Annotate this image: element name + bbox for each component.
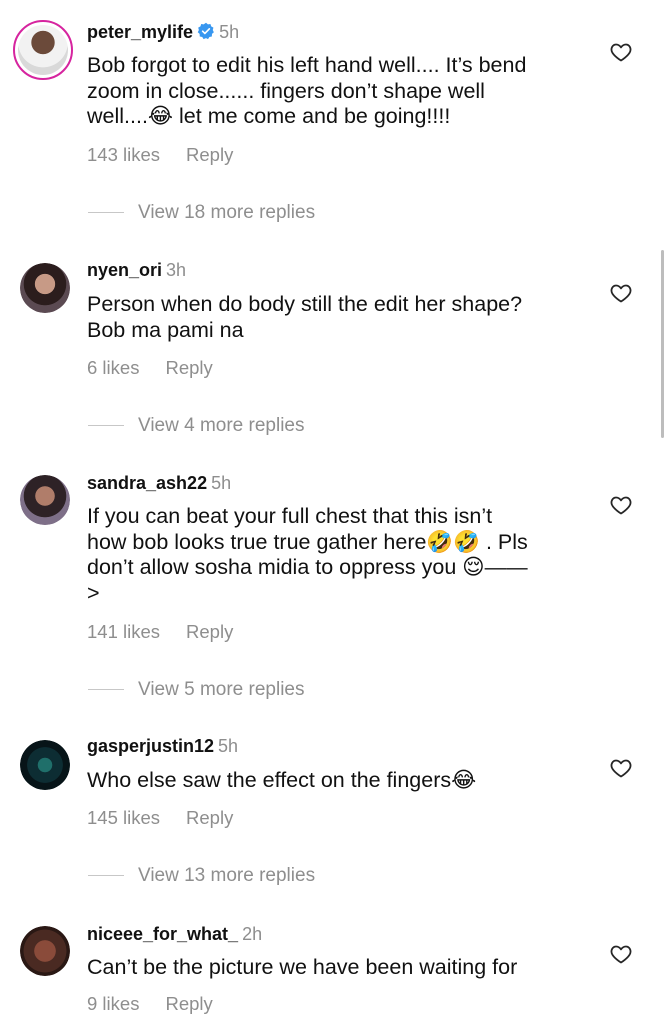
verified-badge-icon xyxy=(197,22,214,40)
reply-button[interactable]: Reply xyxy=(165,357,212,378)
comment-header: niceee_for_what_ 2h xyxy=(87,924,262,945)
comment-header: peter_mylife 5h xyxy=(87,22,239,43)
divider-line xyxy=(88,425,124,427)
comment-text: If you can beat your full chest that thi… xyxy=(87,504,528,605)
heart-outline-icon[interactable] xyxy=(609,40,633,64)
heart-outline-icon[interactable] xyxy=(609,493,633,517)
view-replies-button[interactable]: View 5 more replies xyxy=(88,679,305,701)
reply-button[interactable]: Reply xyxy=(186,621,233,642)
view-replies-button[interactable]: View 13 more replies xyxy=(88,865,315,887)
comment-text: Person when do body still the edit her s… xyxy=(87,292,523,342)
likes-count[interactable]: 6 likes xyxy=(87,357,139,378)
comment-meta: 143 likes Reply xyxy=(87,144,233,166)
comment-header: gasperjustin12 5h xyxy=(87,736,238,757)
heart-outline-icon[interactable] xyxy=(609,281,633,305)
reply-button[interactable]: Reply xyxy=(186,807,233,828)
reply-button[interactable]: Reply xyxy=(165,993,212,1014)
heart-outline-icon[interactable] xyxy=(609,756,633,780)
divider-line xyxy=(88,689,124,691)
avatar[interactable] xyxy=(20,475,70,525)
avatar[interactable] xyxy=(13,20,73,80)
reply-button[interactable]: Reply xyxy=(186,144,233,165)
view-replies-label: View 4 more replies xyxy=(138,415,305,436)
divider-line xyxy=(88,875,124,877)
comment-text: Bob forgot to edit his left hand well...… xyxy=(87,53,527,128)
avatar[interactable] xyxy=(20,263,70,313)
comment-time: 3h xyxy=(166,260,187,280)
username[interactable]: sandra_ash22 xyxy=(87,473,207,493)
view-replies-label: View 5 more replies xyxy=(138,679,305,700)
comment-meta: 141 likes Reply xyxy=(87,621,233,643)
username[interactable]: gasperjustin12 xyxy=(87,736,214,756)
comment-time: 5h xyxy=(218,736,239,756)
view-replies-button[interactable]: View 4 more replies xyxy=(88,415,305,437)
comment-header: sandra_ash22 5h xyxy=(87,473,231,494)
comment-time: 5h xyxy=(219,22,240,42)
comment-time: 2h xyxy=(242,924,263,944)
username[interactable]: nyen_ori xyxy=(87,260,162,280)
avatar[interactable] xyxy=(20,740,70,790)
username[interactable]: peter_mylife xyxy=(87,22,193,42)
likes-count[interactable]: 145 likes xyxy=(87,807,160,828)
comment-meta: 145 likes Reply xyxy=(87,807,233,829)
scrollbar[interactable] xyxy=(661,250,664,438)
comment-text: Can’t be the picture we have been waitin… xyxy=(87,955,518,979)
username[interactable]: niceee_for_what_ xyxy=(87,924,238,944)
heart-outline-icon[interactable] xyxy=(609,942,633,966)
likes-count[interactable]: 9 likes xyxy=(87,993,139,1014)
likes-count[interactable]: 143 likes xyxy=(87,144,160,165)
comment-meta: 6 likes Reply xyxy=(87,357,213,379)
view-replies-label: View 18 more replies xyxy=(138,202,316,223)
comment-meta: 9 likes Reply xyxy=(87,993,213,1015)
view-replies-label: View 13 more replies xyxy=(138,865,316,886)
view-replies-button[interactable]: View 18 more replies xyxy=(88,202,315,224)
comment-text: Who else saw the effect on the fingers😂 xyxy=(87,768,477,792)
comment-header: nyen_ori 3h xyxy=(87,260,186,281)
avatar[interactable] xyxy=(20,926,70,976)
comment-time: 5h xyxy=(211,473,232,493)
divider-line xyxy=(88,212,124,214)
likes-count[interactable]: 141 likes xyxy=(87,621,160,642)
